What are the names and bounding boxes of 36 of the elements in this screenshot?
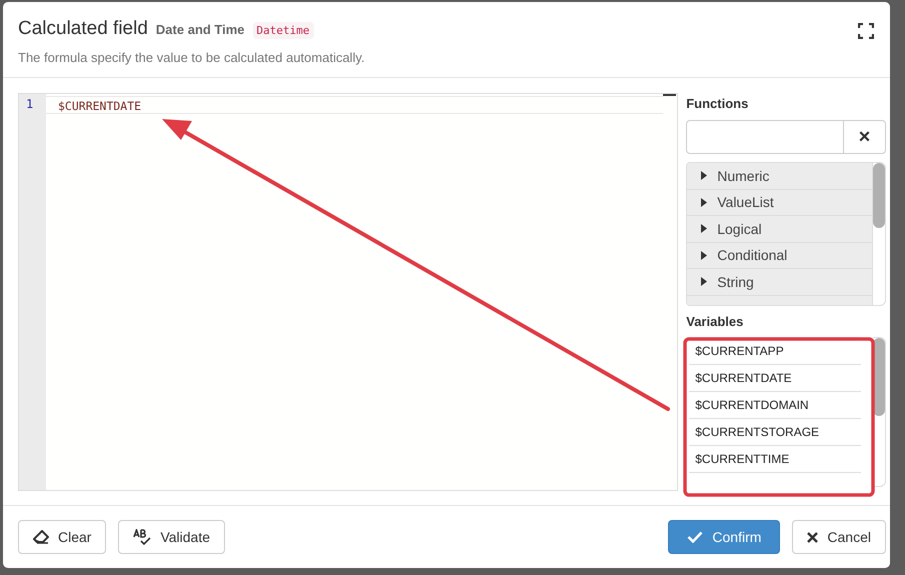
caret-icon <box>701 224 708 234</box>
variable-item[interactable]: $CURRENTAPP <box>689 338 861 365</box>
spellcheck-icon <box>133 529 152 545</box>
caret-icon <box>701 277 708 286</box>
function-group[interactable]: Conditional <box>687 242 872 269</box>
function-group[interactable]: Logical <box>687 216 872 242</box>
variable-item[interactable]: $CURRENTTIME <box>689 446 861 473</box>
eraser-icon <box>33 530 49 544</box>
dialog-title: Calculated field <box>18 18 148 40</box>
code-line: $CURRENTDATE <box>58 99 142 113</box>
functions-heading: Functions <box>686 96 750 111</box>
close-icon <box>807 532 818 542</box>
cancel-button[interactable]: Cancel <box>792 520 886 554</box>
dialog-description: The formula specify the value to be calculated automatically. <box>18 50 366 65</box>
caret-icon <box>701 250 708 260</box>
type-tag: Datetime <box>252 22 314 39</box>
clear-search-button[interactable]: × <box>843 121 885 153</box>
search-field[interactable]: × <box>686 120 886 154</box>
check-icon <box>687 531 704 543</box>
line-number: 1 <box>25 97 34 111</box>
caret-icon <box>701 171 708 180</box>
scrollbar-thumb[interactable] <box>873 163 885 228</box>
caret-icon <box>701 198 708 207</box>
variables-heading: Variables <box>686 314 744 329</box>
field-name: Date and Time <box>156 22 245 37</box>
function-group[interactable]: String <box>687 269 872 296</box>
variable-item[interactable]: $CURRENTSTORAGE <box>689 419 861 446</box>
clear-button[interactable]: Clear <box>18 520 106 554</box>
confirm-button[interactable]: Confirm <box>668 520 780 554</box>
code-editor[interactable]: 1 $CURRENTDATE <box>18 93 678 491</box>
variable-item[interactable]: $CURRENTDATE <box>689 365 861 392</box>
fullscreen-icon[interactable] <box>858 23 874 39</box>
function-group[interactable]: Numeric <box>687 163 872 190</box>
validate-button[interactable]: Validate <box>118 520 226 554</box>
function-group[interactable]: ValueList <box>687 190 872 216</box>
variable-item[interactable]: $CURRENTDOMAIN <box>689 392 861 419</box>
